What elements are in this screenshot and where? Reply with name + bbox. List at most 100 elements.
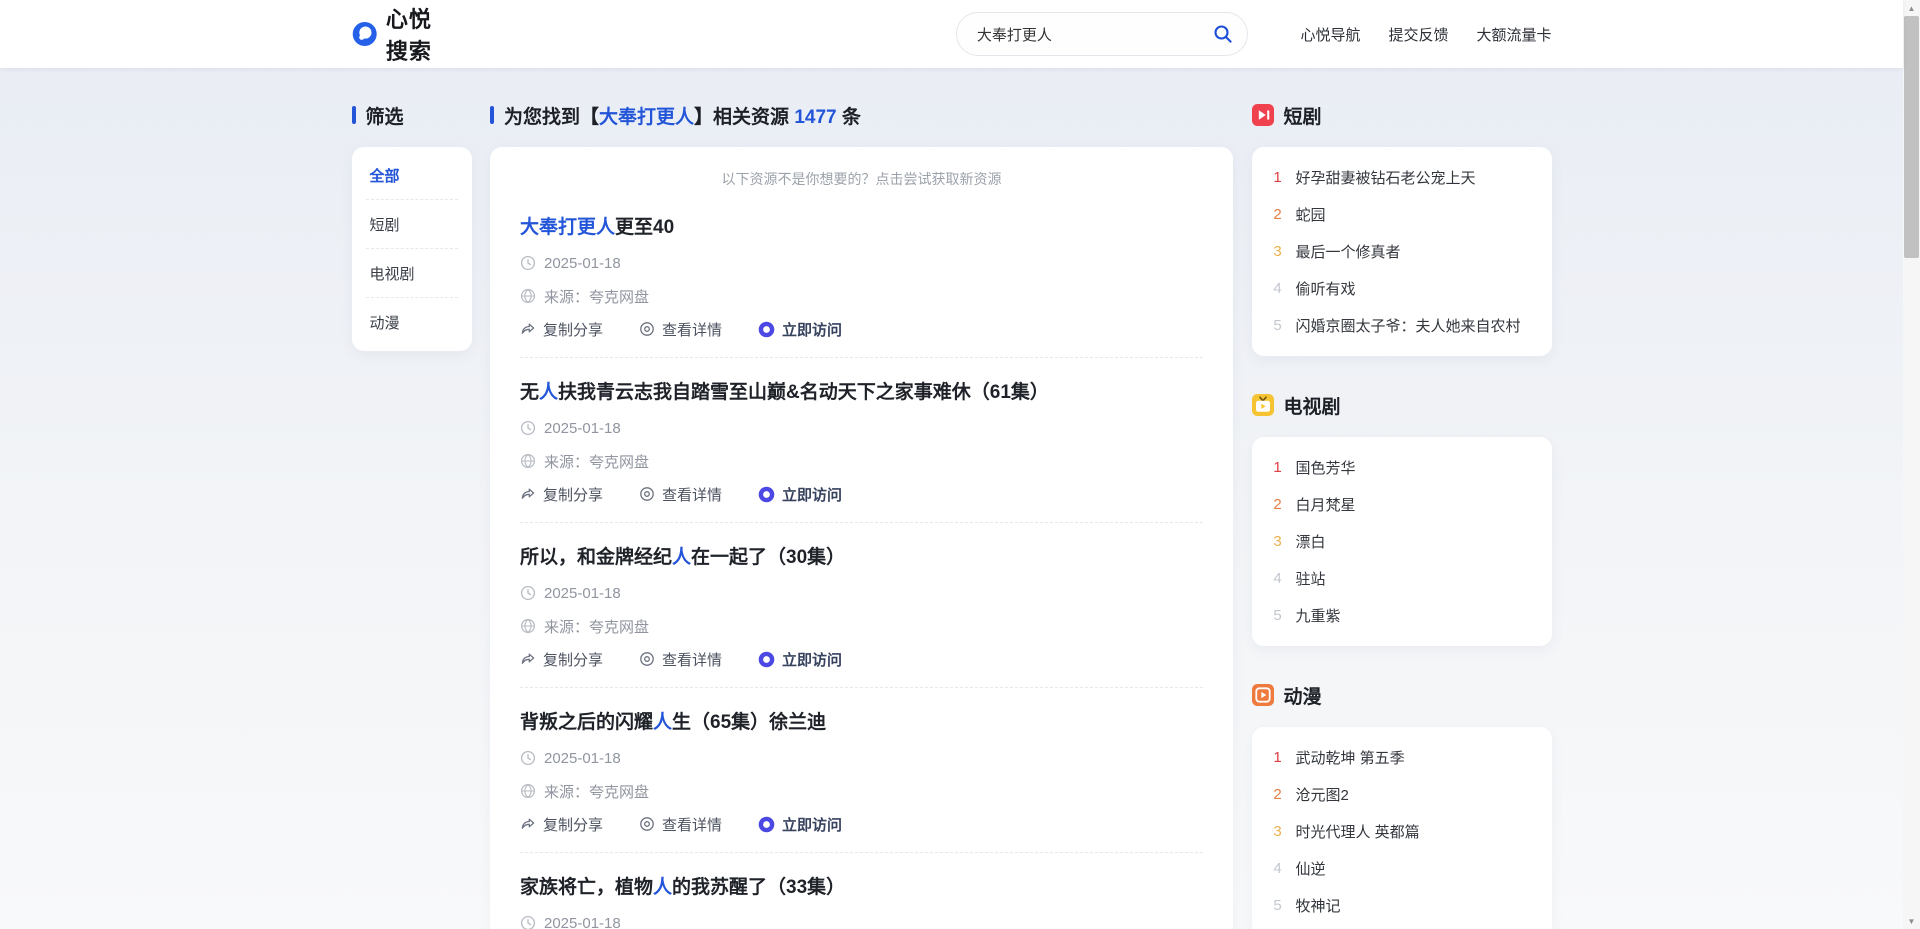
result-title[interactable]: 大奉打更人更至40 [520, 215, 1203, 241]
result-title[interactable]: 无人扶我青云志我自踏雪至山巅&名动天下之家事难休（61集） [520, 380, 1203, 406]
logo[interactable]: 心悦搜索 [352, 2, 451, 66]
ranking-item[interactable]: 2 蛇园 [1252, 196, 1552, 233]
result-date-row: 2025-01-18 [520, 583, 1203, 603]
result-source: 来源：夸克网盘 [544, 286, 649, 307]
ranking-item[interactable]: 5 牧神记 [1252, 887, 1552, 924]
ranking-item[interactable]: 3 时光代理人 英都篇 [1252, 813, 1552, 850]
result-date-row: 2025-01-18 [520, 748, 1203, 768]
result-date-row: 2025-01-18 [520, 418, 1203, 438]
nav-link-feedback[interactable]: 提交反馈 [1388, 24, 1448, 45]
ranking-icon [1252, 684, 1274, 706]
results-panel: 为您找到【大奉打更人】相关资源 1477 条 以下资源不是你想要的？点击尝试获取… [490, 104, 1233, 929]
filter-item-all[interactable]: 全部 [352, 151, 472, 200]
view-details-button[interactable]: 查看详情 [639, 814, 722, 835]
result-title[interactable]: 家族将亡，植物人的我苏醒了（33集） [520, 875, 1203, 901]
search-input[interactable] [977, 26, 1206, 43]
nav-link-navigation[interactable]: 心悦导航 [1300, 24, 1360, 45]
filter-item-tv-series[interactable]: 电视剧 [352, 249, 472, 298]
clock-icon [520, 750, 536, 766]
rank-number: 4 [1272, 860, 1284, 877]
search-box [956, 12, 1249, 56]
result-actions: 复制分享 查看详情 立即访问 [520, 649, 1203, 669]
visit-now-button[interactable]: 立即访问 [758, 484, 842, 505]
result-item: 背叛之后的闪耀人生（65集）徐兰迪 2025-01-18 来源：夸克网盘 复制分… [520, 688, 1203, 853]
rank-number: 1 [1272, 169, 1284, 186]
rank-title-text: 沧元图2 [1296, 784, 1349, 805]
ranking-item[interactable]: 2 白月梵星 [1252, 486, 1552, 523]
copy-share-button[interactable]: 复制分享 [520, 319, 603, 340]
results-count: 1477 [794, 107, 836, 128]
rank-number: 2 [1272, 786, 1284, 803]
ranking-item[interactable]: 5 闪婚京圈太子爷：夫人她来自农村 [1252, 307, 1552, 344]
result-actions: 复制分享 查看详情 立即访问 [520, 484, 1203, 504]
ranking-card: 1 国色芳华 2 白月梵星 3 漂白 4 驻站 5 九重紫 [1252, 437, 1552, 646]
rank-title-text: 蛇园 [1296, 204, 1326, 225]
scrollbar-up-arrow[interactable]: ▲ [1903, 0, 1920, 16]
clock-icon [520, 915, 536, 929]
ranking-item[interactable]: 4 驻站 [1252, 560, 1552, 597]
copy-share-button[interactable]: 复制分享 [520, 484, 603, 505]
ranking-item[interactable]: 4 仙逆 [1252, 850, 1552, 887]
filter-item-short-drama[interactable]: 短剧 [352, 200, 472, 249]
rank-number: 3 [1272, 243, 1284, 260]
view-details-label: 查看详情 [662, 319, 722, 340]
short-drama-icon [1252, 104, 1274, 126]
ranking-section: 电视剧 1 国色芳华 2 白月梵星 3 漂白 4 驻站 5 九重紫 [1252, 394, 1552, 646]
search-button[interactable] [1205, 16, 1241, 52]
ranking-item[interactable]: 1 国色芳华 [1252, 449, 1552, 486]
globe-icon [520, 453, 536, 469]
ranking-item[interactable]: 3 漂白 [1252, 523, 1552, 560]
scrollbar-down-arrow[interactable]: ▼ [1903, 913, 1920, 929]
ranking-list: 1 武动乾坤 第五季 2 沧元图2 3 时光代理人 英都篇 4 仙逆 5 牧神记 [1252, 739, 1552, 924]
result-title[interactable]: 背叛之后的闪耀人生（65集）徐兰迪 [520, 710, 1203, 736]
top-header: 心悦搜索 心悦导航 提交反馈 大额流量卡 [0, 0, 1903, 68]
rank-title-text: 武动乾坤 第五季 [1296, 747, 1405, 768]
rank-title-text: 白月梵星 [1296, 494, 1356, 515]
filter-item-anime[interactable]: 动漫 [352, 298, 472, 347]
globe-icon [520, 618, 536, 634]
visit-now-button[interactable]: 立即访问 [758, 814, 842, 835]
ranking-item[interactable]: 2 沧元图2 [1252, 776, 1552, 813]
copy-share-label: 复制分享 [543, 319, 603, 340]
visit-now-label: 立即访问 [782, 814, 842, 835]
rank-title-text: 时光代理人 英都篇 [1296, 821, 1420, 842]
ranking-item[interactable]: 3 最后一个修真者 [1252, 233, 1552, 270]
view-details-label: 查看详情 [662, 484, 722, 505]
rank-number: 4 [1272, 280, 1284, 297]
ranking-card: 1 好孕甜妻被钻石老公宠上天 2 蛇园 3 最后一个修真者 4 偷听有戏 5 闪… [1252, 147, 1552, 356]
ranking-item[interactable]: 1 好孕甜妻被钻石老公宠上天 [1252, 159, 1552, 196]
ranking-item[interactable]: 5 九重紫 [1252, 597, 1552, 634]
rank-number: 3 [1272, 823, 1284, 840]
scrollbar[interactable]: ▲ ▼ [1903, 0, 1920, 929]
result-item: 无人扶我青云志我自踏雪至山巅&名动天下之家事难休（61集） 2025-01-18… [520, 358, 1203, 523]
ranking-item[interactable]: 1 武动乾坤 第五季 [1252, 739, 1552, 776]
copy-share-button[interactable]: 复制分享 [520, 814, 603, 835]
visit-now-button[interactable]: 立即访问 [758, 319, 842, 340]
result-title[interactable]: 所以，和金牌经纪人在一起了（30集） [520, 545, 1203, 571]
result-source-row: 来源：夸克网盘 [520, 286, 1203, 306]
view-details-button[interactable]: 查看详情 [639, 319, 722, 340]
result-actions: 复制分享 查看详情 立即访问 [520, 814, 1203, 834]
nav-link-dataplan[interactable]: 大额流量卡 [1476, 24, 1551, 45]
clock-icon [520, 585, 536, 601]
rank-number: 5 [1272, 607, 1284, 624]
view-details-button[interactable]: 查看详情 [639, 484, 722, 505]
rank-title-text: 漂白 [1296, 531, 1326, 552]
filter-panel: 筛选 全部 短剧 电视剧 动漫 [352, 104, 472, 351]
eye-icon [639, 486, 655, 502]
eye-icon [639, 816, 655, 832]
view-details-button[interactable]: 查看详情 [639, 649, 722, 670]
result-source: 来源：夸克网盘 [544, 616, 649, 637]
search-icon [1212, 23, 1234, 45]
globe-icon [520, 288, 536, 304]
ranking-item[interactable]: 4 偷听有戏 [1252, 270, 1552, 307]
refresh-resources-link[interactable]: 以下资源不是你想要的？点击尝试获取新资源 [520, 169, 1203, 189]
visit-now-button[interactable]: 立即访问 [758, 649, 842, 670]
result-source-row: 来源：夸克网盘 [520, 451, 1203, 471]
copy-share-button[interactable]: 复制分享 [520, 649, 603, 670]
clock-icon [520, 420, 536, 436]
result-item: 所以，和金牌经纪人在一起了（30集） 2025-01-18 来源：夸克网盘 复制… [520, 523, 1203, 688]
scrollbar-thumb[interactable] [1904, 16, 1919, 258]
result-date: 2025-01-18 [544, 915, 621, 929]
ranking-section: 短剧 1 好孕甜妻被钻石老公宠上天 2 蛇园 3 最后一个修真者 4 偷听有戏 … [1252, 104, 1552, 356]
